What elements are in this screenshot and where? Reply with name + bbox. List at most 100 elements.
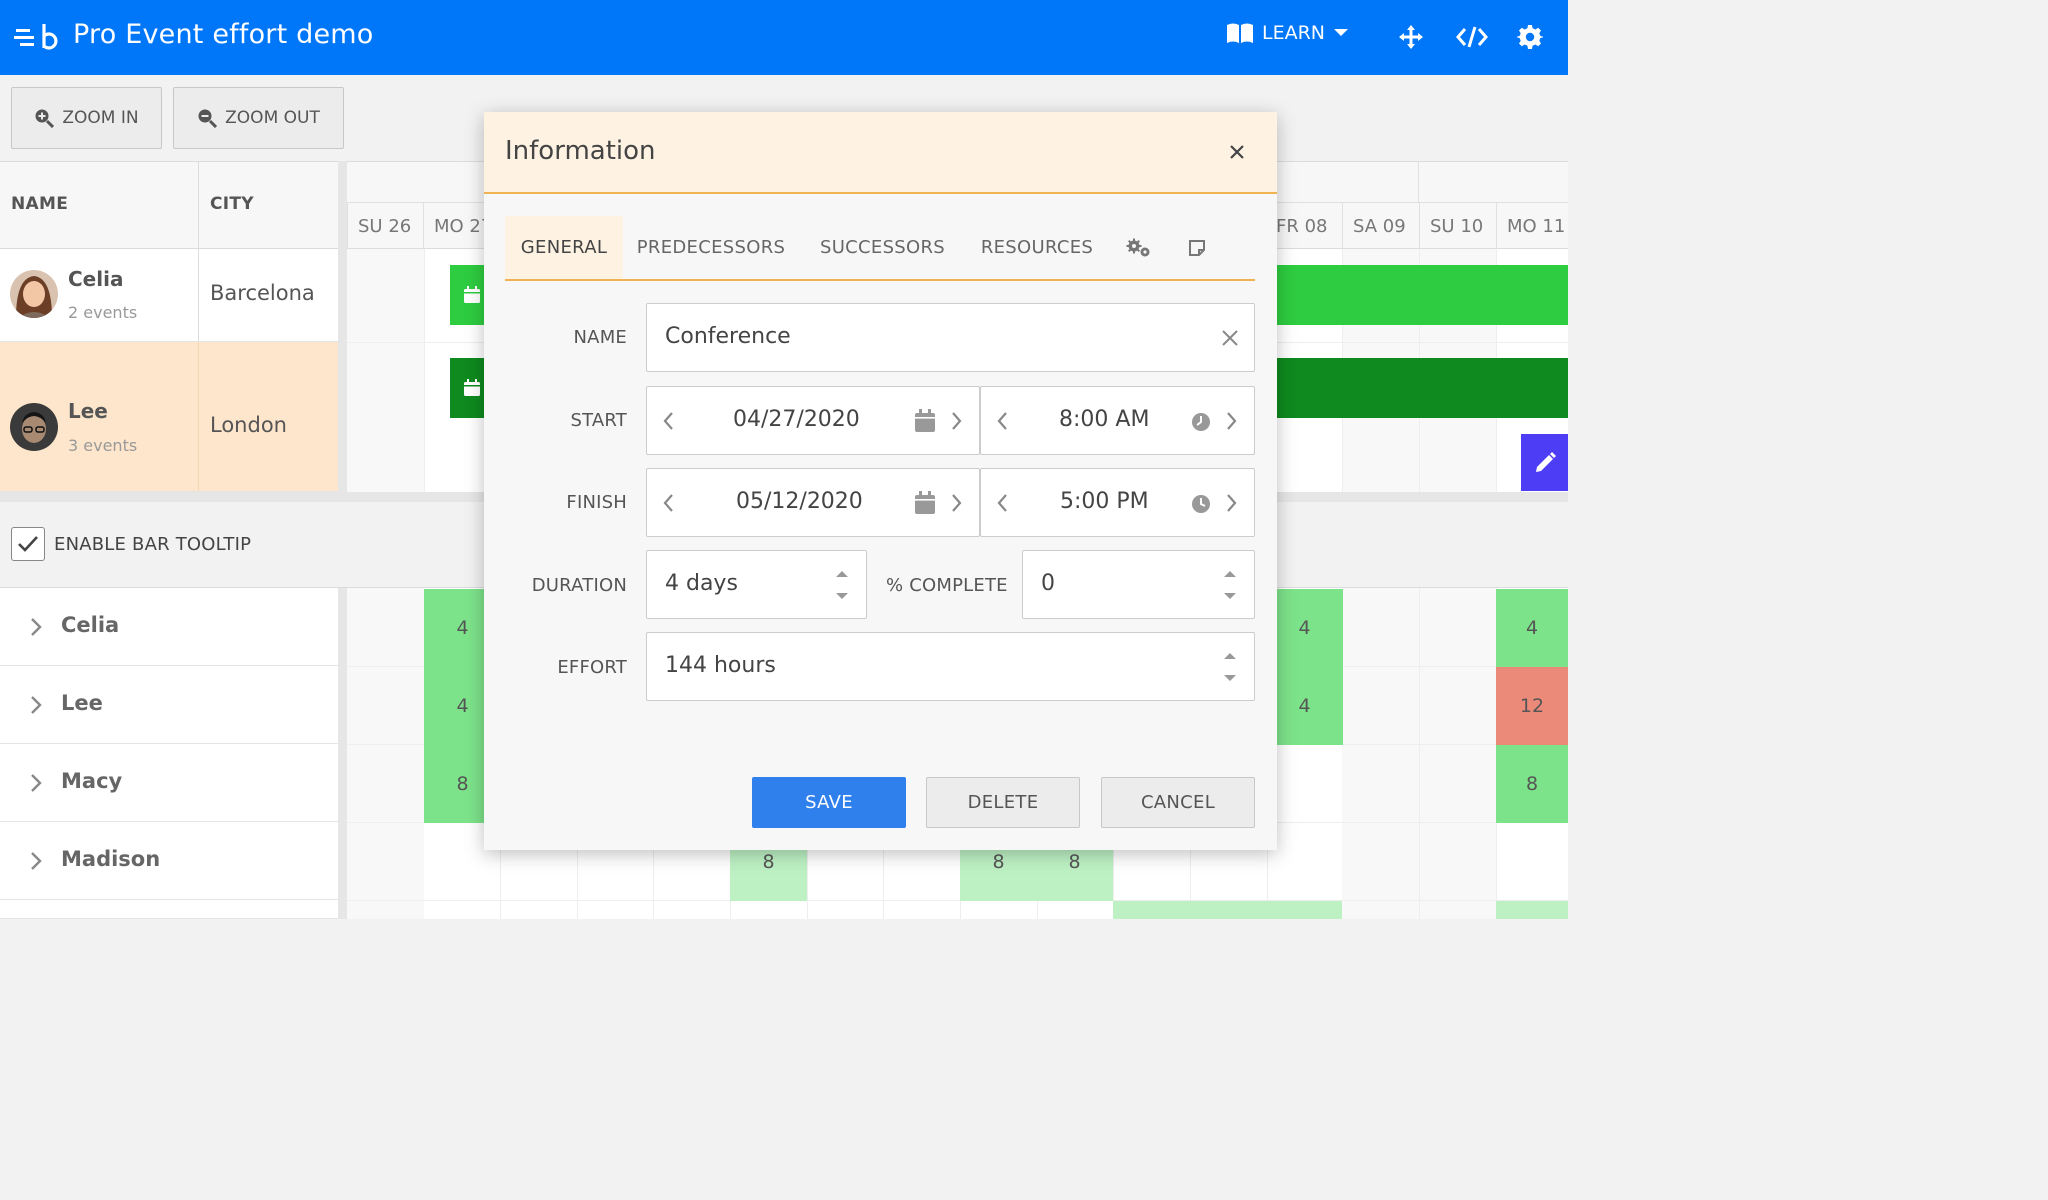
clock-icon[interactable] xyxy=(1191,412,1211,432)
spinner-arrows-icon[interactable] xyxy=(834,568,850,602)
spinner-arrows-icon[interactable] xyxy=(1222,568,1238,602)
pencil-icon xyxy=(1535,451,1556,472)
resource-row[interactable]: Celia 2 events Barcelona xyxy=(0,249,338,342)
calendar-icon xyxy=(464,286,480,303)
caret-down-icon xyxy=(1334,29,1349,36)
zoom-in-button[interactable]: ZOOM IN xyxy=(11,87,162,149)
resource-event-count: 3 events xyxy=(68,436,138,455)
chevron-right-icon[interactable] xyxy=(950,492,964,514)
histogram-row[interactable]: Celia xyxy=(0,588,338,666)
name-value: Conference xyxy=(665,324,791,349)
percent-complete-value: 0 xyxy=(1041,571,1055,596)
chevron-left-icon[interactable] xyxy=(661,492,675,514)
start-label: START xyxy=(570,410,627,431)
weekend-shade xyxy=(347,249,424,492)
weekend-shade xyxy=(347,588,424,919)
percent-complete-input[interactable]: 0 xyxy=(1022,550,1255,619)
clear-icon[interactable] xyxy=(1222,330,1238,346)
name-input[interactable]: Conference xyxy=(646,303,1255,372)
calendar-icon[interactable] xyxy=(914,491,936,515)
column-divider xyxy=(198,249,199,341)
chevron-left-icon[interactable] xyxy=(661,410,675,432)
finish-date-field[interactable]: 05/12/2020 xyxy=(646,468,980,537)
tab-successors[interactable]: SUCCESSORS xyxy=(810,216,955,279)
calendar-icon xyxy=(464,379,480,396)
edit-event-button[interactable] xyxy=(1521,434,1568,491)
fullscreen-move-icon[interactable] xyxy=(1397,22,1425,52)
start-time-field[interactable]: 8:00 AM xyxy=(980,386,1255,455)
event-bar[interactable] xyxy=(450,265,484,325)
histogram-resource-name: Madison xyxy=(61,847,161,871)
histogram-cell: 4 xyxy=(1266,589,1343,667)
calendar-icon[interactable] xyxy=(914,409,936,433)
histogram-resource-name: Lee xyxy=(61,691,103,715)
clock-icon[interactable] xyxy=(1191,494,1211,514)
tab-notes[interactable] xyxy=(1175,216,1219,279)
tab-general[interactable]: GENERAL xyxy=(505,216,623,279)
day-header: SU 10 xyxy=(1419,203,1496,249)
histogram-resource-name: Celia xyxy=(61,613,120,637)
resource-row-selected[interactable]: Lee 3 events London xyxy=(0,342,338,492)
histogram-cell-partial xyxy=(1113,901,1342,919)
event-bar[interactable] xyxy=(1277,265,1568,325)
zoom-out-button[interactable]: ZOOM OUT xyxy=(173,87,344,149)
learn-dropdown[interactable]: LEARN xyxy=(1226,22,1349,44)
timeline-column-line xyxy=(1419,588,1420,919)
histogram-cell: 4 xyxy=(1496,589,1568,667)
finish-time-value: 5:00 PM xyxy=(1060,489,1149,514)
chevron-right-icon[interactable] xyxy=(1225,492,1239,514)
zoom-out-icon xyxy=(198,109,218,128)
finish-label: FINISH xyxy=(566,492,627,513)
resource-city: London xyxy=(210,413,287,437)
book-icon xyxy=(1227,23,1253,43)
effort-value: 144 hours xyxy=(665,653,776,678)
finish-time-field[interactable]: 5:00 PM xyxy=(980,468,1255,537)
effort-input[interactable]: 144 hours xyxy=(646,632,1255,701)
dialog-header: Information xyxy=(484,112,1277,194)
chevron-right-icon[interactable] xyxy=(950,410,964,432)
spinner-arrows-icon[interactable] xyxy=(1222,650,1238,684)
chevron-right-icon[interactable] xyxy=(28,614,44,640)
finish-date-value: 05/12/2020 xyxy=(736,489,863,514)
histogram-row[interactable]: Lee xyxy=(0,666,338,744)
duration-label: DURATION xyxy=(531,575,627,596)
note-icon xyxy=(1189,239,1205,256)
close-icon[interactable] xyxy=(1226,141,1248,163)
save-button[interactable]: SAVE xyxy=(752,777,906,828)
tab-advanced-settings[interactable] xyxy=(1117,216,1161,279)
chevron-left-icon[interactable] xyxy=(995,410,1009,432)
settings-gear-icon[interactable] xyxy=(1516,22,1544,52)
start-date-field[interactable]: 04/27/2020 xyxy=(646,386,980,455)
histogram-row[interactable]: Macy xyxy=(0,744,338,822)
enable-tooltip-label[interactable]: ENABLE BAR TOOLTIP xyxy=(54,534,251,555)
histogram-row[interactable] xyxy=(0,900,338,919)
column-header-city[interactable]: CITY xyxy=(210,194,254,214)
histogram-cell: 4 xyxy=(1266,667,1343,745)
histogram-row[interactable]: Madison xyxy=(0,822,338,900)
chevron-left-icon[interactable] xyxy=(995,492,1009,514)
start-time-value: 8:00 AM xyxy=(1059,407,1150,432)
day-header: SU 26 xyxy=(347,203,424,249)
chevron-right-icon[interactable] xyxy=(28,770,44,796)
code-icon[interactable] xyxy=(1455,22,1489,52)
bryntum-logo-icon xyxy=(14,24,58,50)
column-header-name[interactable]: NAME xyxy=(11,194,68,214)
histogram-resource-name: Macy xyxy=(61,769,123,793)
delete-button[interactable]: DELETE xyxy=(926,777,1080,828)
day-header: MO 11 xyxy=(1496,203,1573,249)
enable-tooltip-checkbox[interactable] xyxy=(11,527,45,561)
event-bar[interactable] xyxy=(1277,358,1568,418)
duration-input[interactable]: 4 days xyxy=(646,550,867,619)
column-divider[interactable] xyxy=(198,162,199,248)
histogram-cell-overallocated: 12 xyxy=(1496,667,1568,745)
tab-resources[interactable]: RESOURCES xyxy=(973,216,1101,279)
dialog-title: Information xyxy=(505,136,656,166)
event-bar[interactable] xyxy=(450,358,484,418)
day-header: SA 09 xyxy=(1342,203,1419,249)
cancel-button[interactable]: CANCEL xyxy=(1101,777,1255,828)
chevron-right-icon[interactable] xyxy=(28,848,44,874)
chevron-right-icon[interactable] xyxy=(1225,410,1239,432)
tab-predecessors[interactable]: PREDECESSORS xyxy=(631,216,791,279)
resource-city: Barcelona xyxy=(210,281,315,305)
chevron-right-icon[interactable] xyxy=(28,692,44,718)
